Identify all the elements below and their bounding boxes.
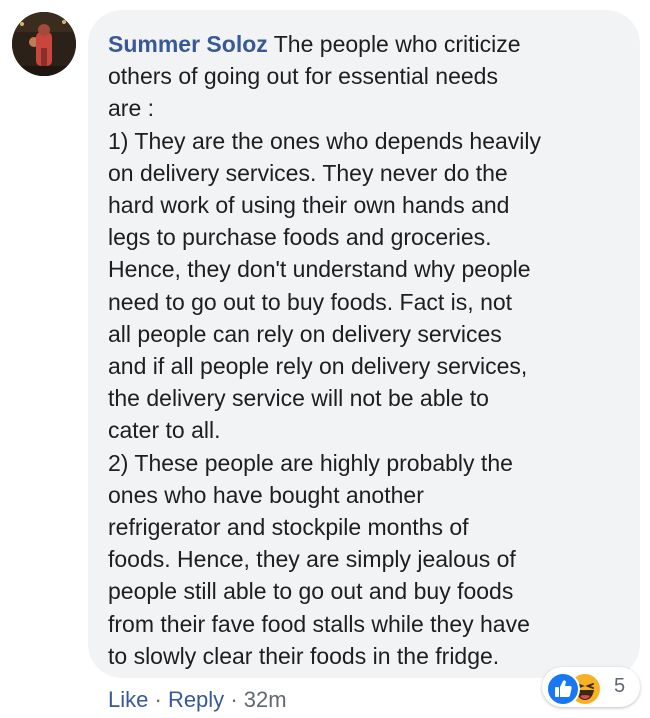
comment-text-line: cater to all. — [108, 417, 221, 444]
reply-link[interactable]: Reply — [168, 687, 224, 712]
comment-text-line: the delivery service will not be able to — [108, 385, 489, 412]
reaction-count: 5 — [614, 675, 626, 697]
like-link[interactable]: Like — [108, 687, 148, 712]
comment-actions: Like · Reply · 32m — [108, 686, 287, 714]
avatar[interactable] — [12, 12, 76, 76]
comment-text-line: from their fave food stalls while they h… — [108, 610, 530, 637]
comment-first-line: Summer Soloz The people who criticize — [108, 28, 622, 60]
comment-text-line: all people can rely on delivery services — [108, 320, 502, 347]
comment-text-line: people still able to go out and buy food… — [108, 578, 514, 605]
comment-text-line: legs to purchase foods and groceries. — [108, 224, 492, 251]
comment-text-line: to slowly clear their foods in the fridg… — [108, 642, 500, 669]
comment-author[interactable]: Summer Soloz — [108, 31, 268, 57]
comment-text-line: 2) These people are highly probably the — [108, 449, 513, 476]
comment-text-line: need to go out to buy foods. Fact is, no… — [108, 288, 513, 315]
like-icon — [546, 672, 580, 706]
comment-text-line: The people who criticize — [273, 31, 521, 57]
comment-text-line: Hence, they don't understand why people — [108, 256, 531, 283]
comment-text-line: 1) They are the ones who depends heavily — [108, 127, 542, 154]
comment-text-line: on delivery services. They never do the — [108, 159, 508, 186]
comment-timestamp[interactable]: 32m — [244, 687, 287, 712]
comment-bubble: Summer Soloz The people who criticize ot… — [88, 10, 640, 678]
comment-text-line: and if all people rely on delivery servi… — [108, 353, 528, 380]
comment-text-line: foods. Hence, they are simply jealous of — [108, 546, 516, 573]
comment-text-line: ones who have bought another — [108, 481, 424, 508]
comment-text-line: refrigerator and stockpile months of — [108, 514, 469, 541]
comment-text-line: are : — [108, 95, 155, 122]
comment-text-line: others of going out for essential needs — [108, 63, 498, 90]
reactions-summary[interactable]: 5 — [542, 667, 640, 707]
separator-dot: · — [230, 687, 238, 712]
comment-text-line: hard work of using their own hands and — [108, 192, 510, 219]
separator-dot: · — [154, 687, 162, 712]
